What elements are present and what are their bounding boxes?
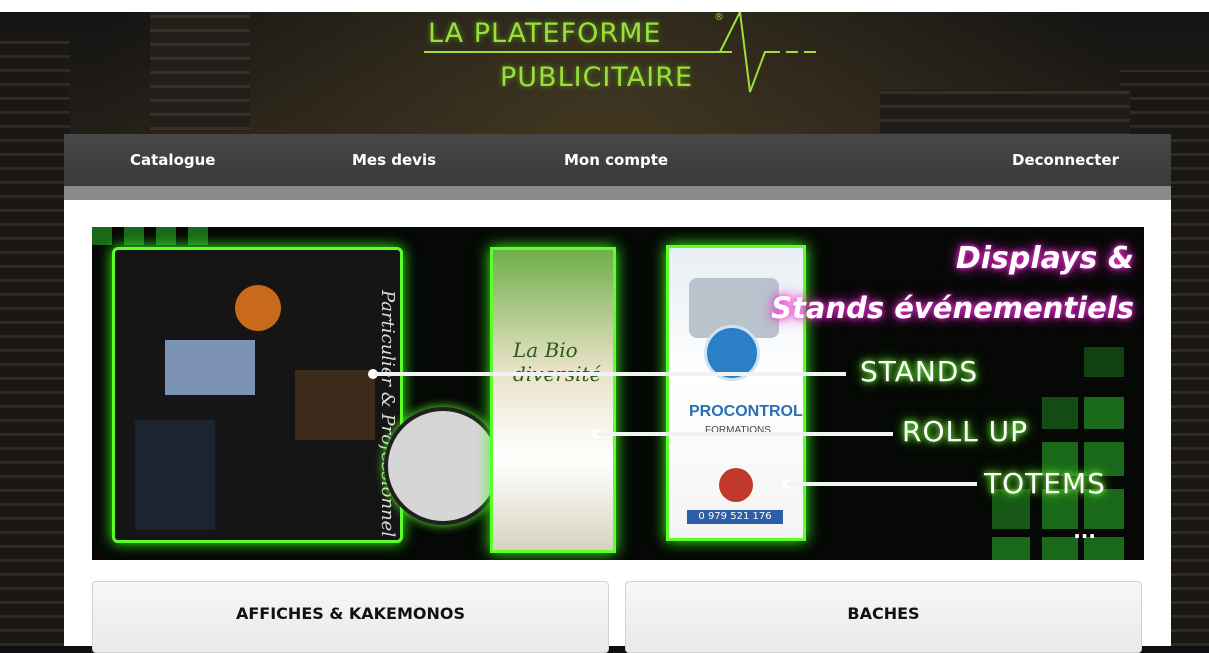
category-affiches-kakemonos[interactable]: AFFICHES & KAKEMONOS xyxy=(92,581,609,653)
totem-quality-badge xyxy=(719,468,753,502)
stand-logo-graphic xyxy=(235,285,281,331)
main-content: Particulier & Professionnel La Bio diver… xyxy=(64,200,1171,653)
totem-phone: 0 979 521 176 xyxy=(687,510,783,524)
nav-mon-compte[interactable]: Mon compte xyxy=(564,134,668,186)
logo-line-2: PUBLICITAIRE xyxy=(500,62,694,93)
background-building xyxy=(150,0,250,130)
logo-line-1: LA PLATEFORME xyxy=(428,18,662,49)
logo-registered-mark: ® xyxy=(714,12,724,23)
top-strip xyxy=(0,0,1209,12)
site-logo[interactable]: LA PLATEFORME ® PUBLICITAIRE xyxy=(420,12,840,102)
rollup-display-image: La Bio diversité xyxy=(490,247,616,553)
callout-line-rollup xyxy=(597,432,893,436)
stand-display-image: Particulier & Professionnel xyxy=(112,247,403,543)
banner-title-line-2: Stands événementiels xyxy=(771,291,1134,325)
nav-deconnecter[interactable]: Deconnecter xyxy=(1012,134,1119,186)
rollup-title-text: La Bio diversité xyxy=(513,338,602,386)
decor-square xyxy=(124,227,144,245)
category-baches[interactable]: BACHES xyxy=(625,581,1142,653)
label-totems: TOTEMS xyxy=(984,467,1106,500)
stand-counter xyxy=(135,420,215,530)
stand-photo xyxy=(295,370,375,440)
callout-line-stands xyxy=(373,372,846,376)
background-building xyxy=(0,40,70,646)
label-roll-up: ROLL UP xyxy=(902,415,1028,448)
nav-mes-devis[interactable]: Mes devis xyxy=(352,134,436,186)
nav-catalogue[interactable]: Catalogue xyxy=(130,134,215,186)
rollup-detail-magnifier xyxy=(384,407,502,525)
banner-title-line-1: Displays & xyxy=(955,241,1134,276)
totem-brand-text: PROCONTROL xyxy=(689,403,803,420)
decor-square xyxy=(156,227,176,245)
stand-photo xyxy=(165,340,255,395)
label-stands: STANDS xyxy=(860,355,979,388)
promo-banner[interactable]: Particulier & Professionnel La Bio diver… xyxy=(92,227,1144,560)
decor-square xyxy=(1084,397,1124,429)
decor-square xyxy=(92,227,112,245)
callout-line-totems xyxy=(787,482,977,486)
nav-underbar xyxy=(64,186,1171,200)
banner-ellipsis: ... xyxy=(1073,519,1096,543)
decor-square xyxy=(188,227,208,245)
decor-square xyxy=(1042,397,1078,429)
decor-square xyxy=(1084,347,1124,377)
main-nav: Catalogue Mes devis Mon compte Deconnect… xyxy=(64,134,1171,186)
decor-square xyxy=(992,537,1030,560)
totem-display-image: PROCONTROL FORMATIONS 0 979 521 176 xyxy=(666,245,806,541)
